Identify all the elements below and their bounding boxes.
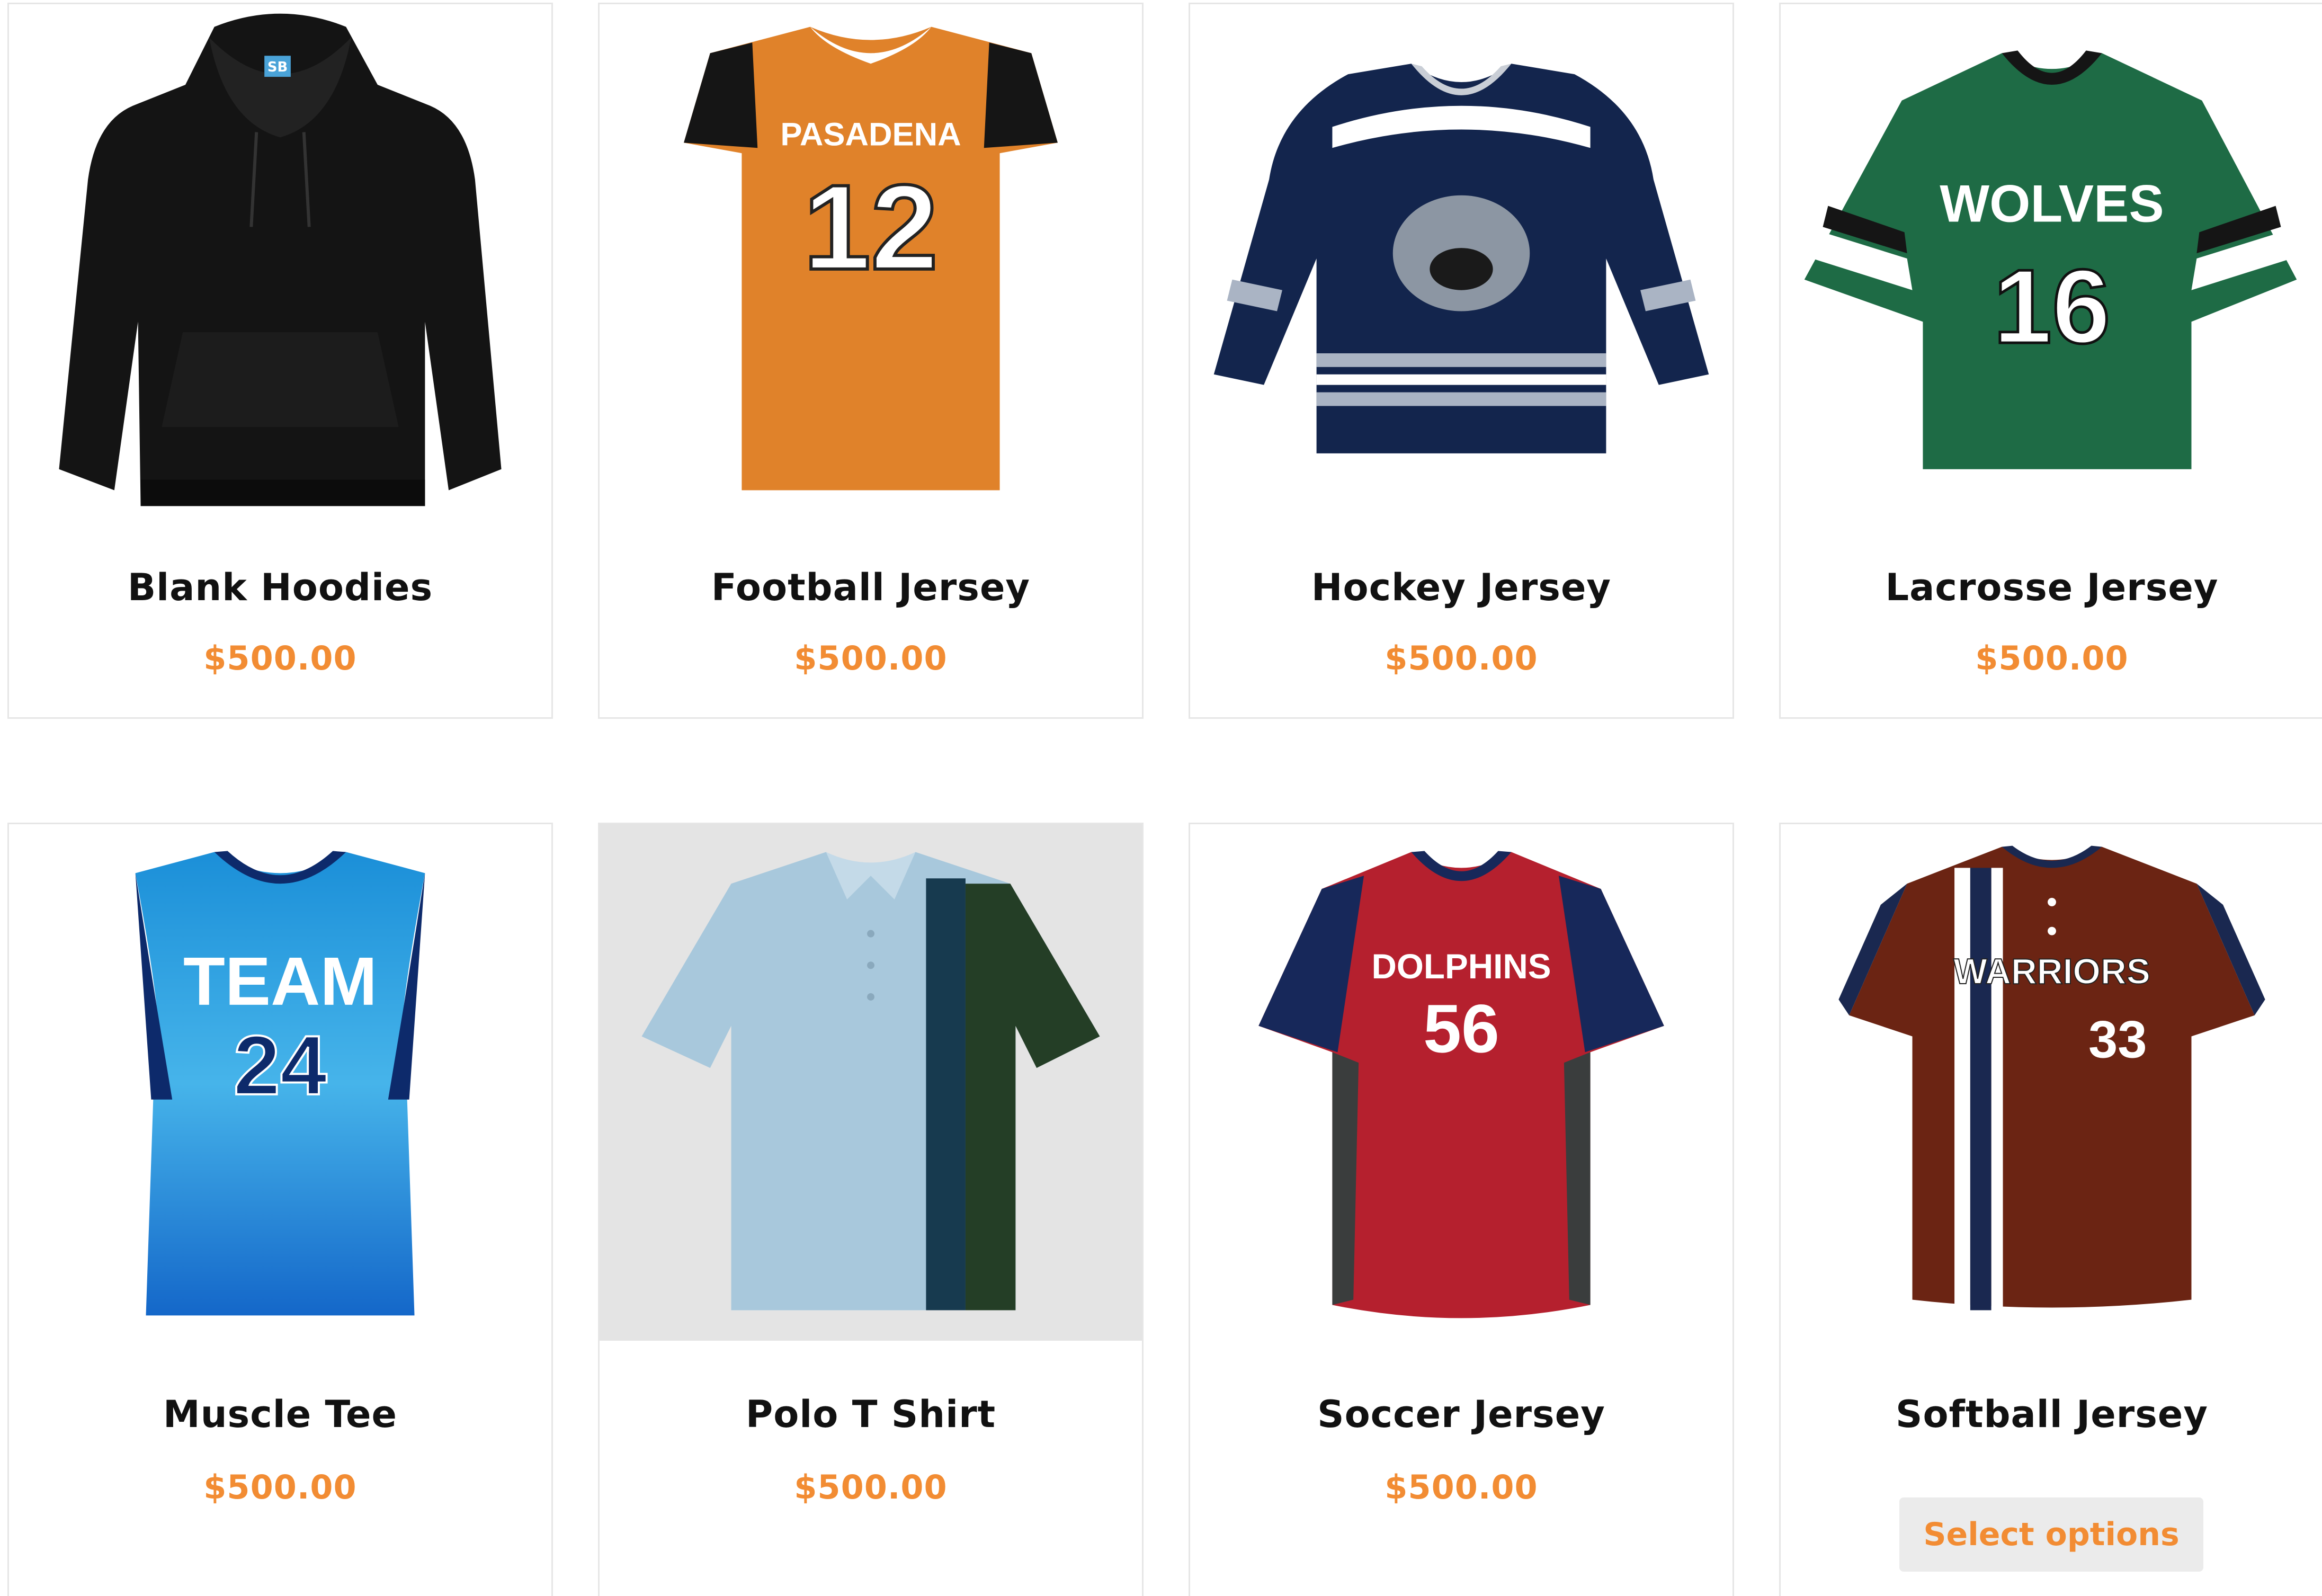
product-title[interactable]: Soccer Jersey [1190,1393,1732,1436]
product-price: $500.00 [203,1468,357,1506]
product-title[interactable]: Blank Hoodies [9,566,551,609]
product-price: $500.00 [794,639,948,677]
product-image[interactable] [600,824,1142,1341]
product-card[interactable]: Polo T Shirt $500.00 [598,823,1144,1596]
jersey-number-text: 56 [1423,991,1499,1067]
product-price: $500.00 [1385,639,1538,677]
select-options-button[interactable]: Select options [1899,1497,2203,1572]
product-title[interactable]: Lacrosse Jersey [1781,566,2322,609]
product-price: $500.00 [1975,639,2129,677]
product-card[interactable]: TEAM 24 Muscle Tee $500.00 [7,823,553,1596]
jersey-team-text: TEAM [183,943,377,1020]
product-card[interactable]: WARRIORS 33 Softball Jersey Select optio… [1779,823,2322,1596]
product-title[interactable]: Softball Jersey [1781,1393,2322,1436]
product-title[interactable]: Football Jersey [600,566,1142,609]
product-image[interactable] [1190,4,1732,521]
product-card[interactable]: SB Blank Hoodies $500.00 [7,3,553,719]
product-price: $500.00 [1385,1468,1538,1506]
product-title[interactable]: Hockey Jersey [1190,566,1732,609]
product-card[interactable]: WOLVES 16 Lacrosse Jersey $500.00 [1779,3,2322,719]
product-card[interactable]: Hockey Jersey $500.00 [1189,3,1734,719]
product-image[interactable]: PASADENA 12 [600,4,1142,521]
product-price: $500.00 [794,1468,948,1506]
product-title[interactable]: Muscle Tee [9,1393,551,1436]
product-image[interactable]: WARRIORS 33 [1781,824,2322,1341]
jersey-team-text: WARRIORS [1953,952,2150,992]
jersey-number-text: 33 [2088,1010,2147,1069]
product-price: $500.00 [203,639,357,677]
product-image[interactable]: WOLVES 16 [1781,4,2322,521]
product-card[interactable]: PASADENA 12 Football Jersey $500.00 [598,3,1144,719]
jersey-number-text: 24 [234,1018,327,1112]
jersey-team-text: WOLVES [1940,174,2164,233]
jersey-team-text: PASADENA [780,116,961,153]
product-image[interactable]: DOLPHINS 56 [1190,824,1732,1341]
product-image[interactable]: TEAM 24 [9,824,551,1341]
product-title[interactable]: Polo T Shirt [600,1393,1142,1436]
jersey-number-text: 16 [1993,248,2110,365]
product-image[interactable]: SB [9,4,551,521]
jersey-number-text: 12 [803,160,938,295]
jersey-team-text: DOLPHINS [1371,947,1551,986]
product-card[interactable]: DOLPHINS 56 Soccer Jersey $500.00 [1189,823,1734,1596]
hoodie-logo: SB [267,59,288,75]
